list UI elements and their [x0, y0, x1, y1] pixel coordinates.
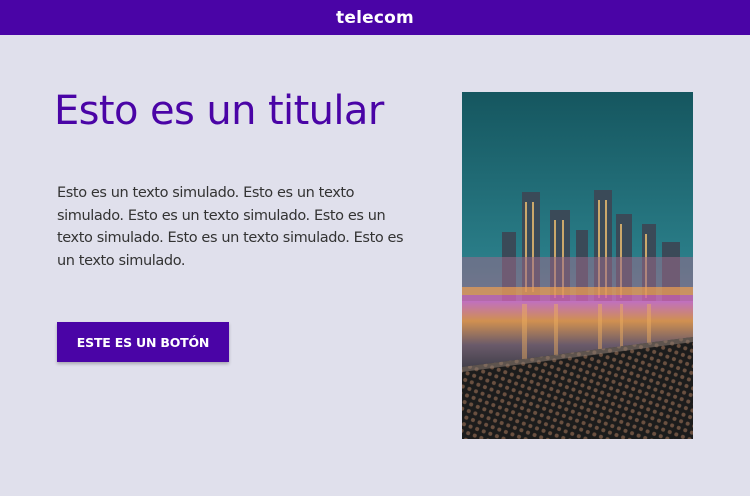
cta-button[interactable]: ESTE ES UN BOTÓN: [57, 322, 229, 362]
top-bar: telecom: [0, 0, 750, 35]
telecom-logo[interactable]: telecom: [336, 8, 414, 28]
hero-body-text: Esto es un texto simulado. Esto es un te…: [57, 185, 404, 269]
city-skyline-image: [462, 92, 693, 439]
hero-title: Esto es un titular: [54, 88, 384, 134]
